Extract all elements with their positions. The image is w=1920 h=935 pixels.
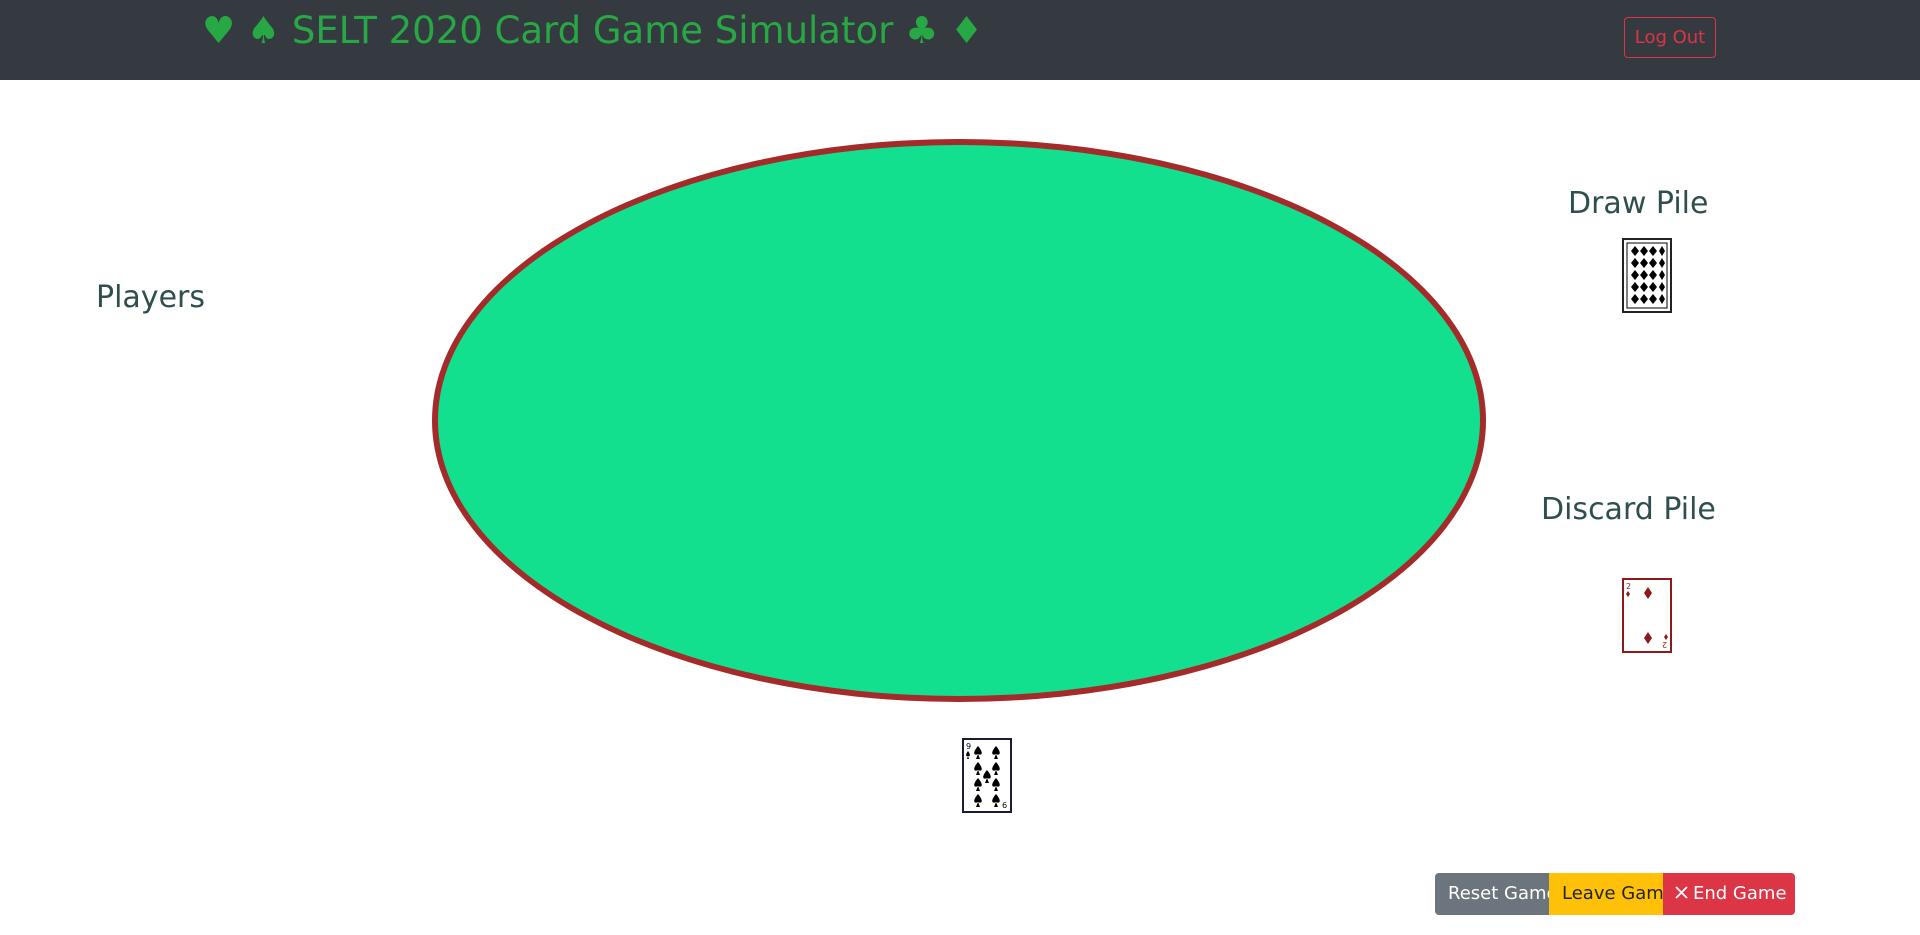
discard-pile-card[interactable]: 2 2	[1622, 578, 1672, 653]
card-rank-bottom: 9	[1002, 800, 1007, 809]
discard-pile-label: Discard Pile	[1541, 492, 1716, 527]
game-actions: Reset Game Leave Game End Game	[1435, 873, 1795, 915]
draw-pile-card[interactable]	[1622, 238, 1672, 313]
ten-of-diamonds-face	[1626, 242, 1668, 309]
app-title: ♥ ♠ SELT 2020 Card Game Simulator ♣ ♦	[202, 9, 984, 52]
leave-game-button[interactable]: Leave Game	[1549, 873, 1675, 915]
logout-button[interactable]: Log Out	[1624, 17, 1716, 58]
close-icon	[1675, 873, 1688, 915]
reset-game-button[interactable]: Reset Game	[1435, 873, 1558, 915]
card-rank-bottom: 2	[1662, 640, 1667, 649]
two-of-diamonds-face: 2 2	[1626, 582, 1668, 649]
nine-of-spades-face: 9 9	[966, 742, 1007, 809]
card-rank-top: 2	[1626, 582, 1631, 591]
players-label: Players	[96, 280, 205, 315]
draw-pile-label: Draw Pile	[1568, 186, 1709, 221]
card-rank-top: 9	[966, 742, 971, 751]
card-table	[432, 139, 1486, 702]
end-game-label: End Game	[1693, 883, 1787, 904]
top-navbar: ♥ ♠ SELT 2020 Card Game Simulator ♣ ♦ Lo…	[0, 0, 1920, 80]
end-game-button[interactable]: End Game	[1663, 873, 1795, 915]
hand-card-nine-of-spades[interactable]: 9 9	[962, 738, 1012, 813]
